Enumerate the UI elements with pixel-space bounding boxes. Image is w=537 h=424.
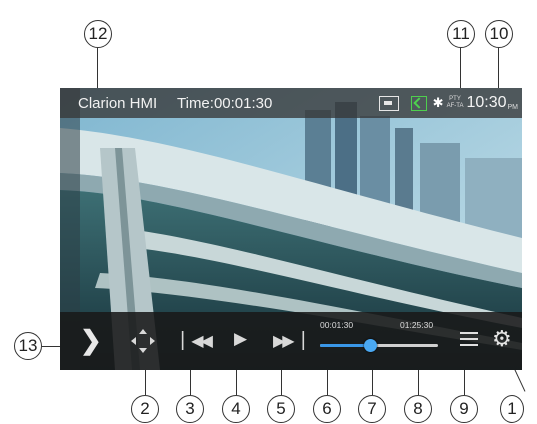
callout-1: 1 xyxy=(500,395,524,423)
callout-2: 2 xyxy=(131,395,159,423)
callout-8: 8 xyxy=(404,395,432,423)
pty-label: PTY xyxy=(449,96,461,102)
callout-10: 10 xyxy=(485,20,513,48)
settings-gear-icon[interactable]: ⚙ xyxy=(492,326,512,352)
seek-bar-fill xyxy=(320,344,371,347)
playback-time-label: Time:00:01:30 xyxy=(177,95,273,112)
callout-12: 12 xyxy=(84,20,112,48)
callout-4: 4 xyxy=(222,395,250,423)
list-line xyxy=(460,338,478,340)
clock: 10:30 xyxy=(466,94,507,111)
next-track-button[interactable]: ▶▶▕ xyxy=(273,331,304,351)
callout-3: 3 xyxy=(176,395,204,423)
seek-knob[interactable] xyxy=(364,339,378,352)
previous-track-button[interactable]: ▏◀◀ xyxy=(182,331,213,351)
chevron-right-icon[interactable]: ❯ xyxy=(80,327,102,353)
list-line xyxy=(460,332,478,334)
list-menu-button[interactable] xyxy=(460,332,478,346)
callout-9: 9 xyxy=(450,395,478,423)
status-bar: Clarion HMI Time:00:01:30 ✱ PTY AF-TA 10… xyxy=(60,88,522,118)
total-time: 01:25:30 xyxy=(400,320,434,330)
move-arrows-icon[interactable] xyxy=(128,326,158,356)
callout-5: 5 xyxy=(267,395,295,423)
app-title: Clarion HMI xyxy=(78,95,158,112)
seek-bar[interactable] xyxy=(320,339,438,352)
status-indicators: ✱ PTY AF-TA 10:30 PM xyxy=(378,92,519,114)
video-source-icon[interactable] xyxy=(378,95,399,111)
pty-af-ta-indicator: PTY AF-TA xyxy=(447,96,464,110)
callout-7: 7 xyxy=(358,395,386,423)
list-line xyxy=(460,344,478,346)
elapsed-time: 00:01:30 xyxy=(320,320,354,330)
device-screen: Clarion HMI Time:00:01:30 ✱ PTY AF-TA 10… xyxy=(60,88,522,370)
bluetooth-icon: ✱ xyxy=(432,95,444,110)
af-ta-label: AF-TA xyxy=(446,103,464,109)
clock-ampm: PM xyxy=(507,103,519,111)
navigation-icon[interactable] xyxy=(410,95,427,111)
play-button[interactable]: ▶ xyxy=(234,329,247,349)
callout-13: 13 xyxy=(14,332,42,360)
control-bar: ❯ ▏◀◀ ▶ ▶▶▕ 00:01:30 01:25:30 ⚙ xyxy=(60,312,522,370)
callout-11: 11 xyxy=(447,20,475,48)
callout-6: 6 xyxy=(313,395,341,423)
